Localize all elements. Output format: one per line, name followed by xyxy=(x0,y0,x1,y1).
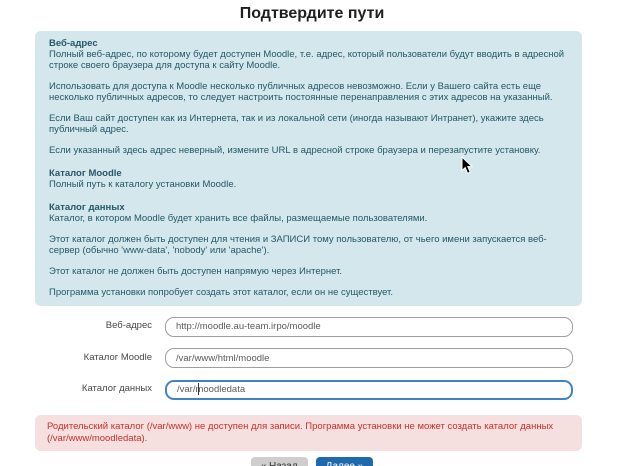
info-paragraph: Этот каталог должен быть доступен для чт… xyxy=(49,234,568,256)
text-caret xyxy=(198,383,199,395)
info-paragraph: Использовать для доступа к Moodle нескол… xyxy=(49,81,568,103)
moodle-dir-label: Каталог Moodle xyxy=(35,348,152,368)
info-paragraph: Если указанный здесь адрес неверный, изм… xyxy=(49,145,568,156)
info-paragraph: Этот каталог не должен быть доступен нап… xyxy=(49,266,568,277)
data-dir-input[interactable] xyxy=(165,380,573,400)
moodle-dir-input[interactable] xyxy=(165,348,573,368)
install-confirm-paths-page: Подтвердите пути Веб-адрес Полный веб-ад… xyxy=(0,5,624,466)
web-address-input[interactable] xyxy=(165,317,573,337)
info-heading-data-dir: Каталог данных xyxy=(49,202,568,213)
input-wrap xyxy=(165,316,573,337)
paths-form: Веб-адрес Каталог Moodle Каталог данных xyxy=(35,316,582,400)
info-paragraph: Если Ваш сайт доступен как из Интернета,… xyxy=(49,113,568,135)
paths-info-box: Веб-адрес Полный веб-адрес, по которому … xyxy=(35,31,582,306)
wizard-nav-buttons: « Назад Далее » xyxy=(0,457,624,466)
info-paragraph: Полный веб-адрес, по которому будет дост… xyxy=(49,49,568,71)
info-heading-moodle-dir: Каталог Moodle xyxy=(49,168,568,179)
form-row-data-dir: Каталог данных xyxy=(35,379,582,400)
input-wrap xyxy=(165,348,573,369)
content: Веб-адрес Полный веб-адрес, по которому … xyxy=(35,31,582,451)
input-wrap xyxy=(165,379,573,400)
error-alert: Родительский каталог (/var/www) не досту… xyxy=(35,415,582,451)
data-dir-label: Каталог данных xyxy=(35,379,152,399)
next-button[interactable]: Далее » xyxy=(316,457,374,466)
info-paragraph: Программа установки попробует создать эт… xyxy=(49,287,568,298)
form-row-web-address: Веб-адрес xyxy=(35,316,582,337)
back-button[interactable]: « Назад xyxy=(251,457,308,466)
page-title: Подтвердите пути xyxy=(0,5,624,22)
error-message: Родительский каталог (/var/www) не досту… xyxy=(47,421,553,444)
web-address-label: Веб-адрес xyxy=(35,316,152,336)
info-paragraph: Каталог, в котором Moodle будет хранить … xyxy=(49,213,568,224)
info-heading-web-address: Веб-адрес xyxy=(49,38,568,49)
form-row-moodle-dir: Каталог Moodle xyxy=(35,348,582,369)
info-paragraph: Полный путь к каталогу установки Moodle. xyxy=(49,179,568,190)
